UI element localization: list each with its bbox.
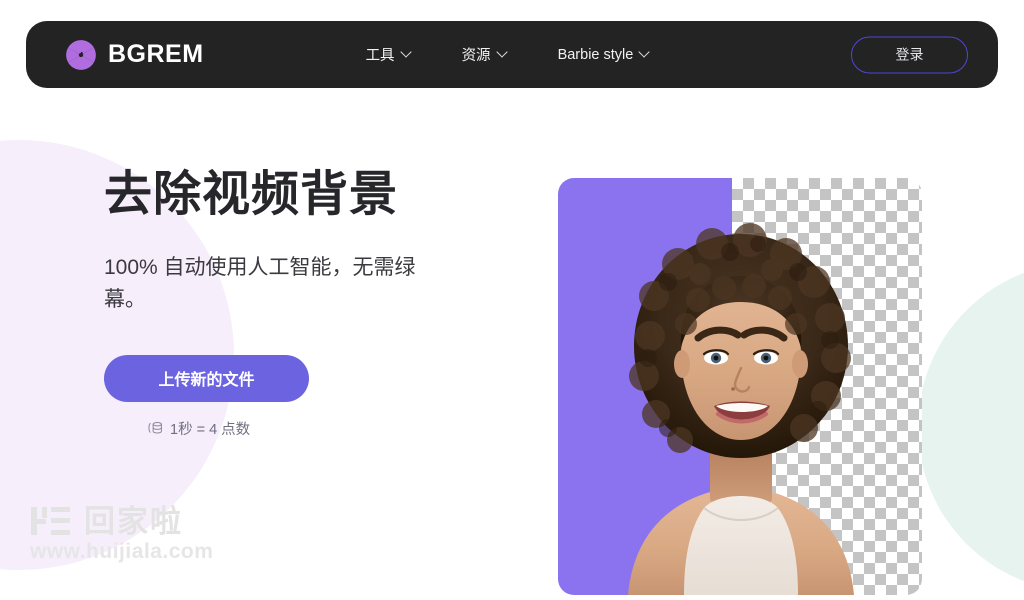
brand-name: BGREM [108, 40, 204, 68]
page-title: 去除视频背景 [104, 168, 399, 221]
credit-cost-note: 1秒 = 4 点数 [148, 418, 504, 439]
main-navigation: 工具 资源 Barbie style [365, 44, 650, 65]
decorative-blob-right [918, 262, 1024, 592]
nav-item-resources-label: 资源 [461, 48, 491, 64]
aperture-icon [64, 38, 98, 72]
huijiala-logo-icon [30, 505, 72, 537]
chevron-down-icon [495, 45, 508, 58]
watermark-text: 回家啦 [84, 503, 183, 539]
brand-logo[interactable]: BGREM [64, 38, 204, 72]
page-root: BGREM 工具 资源 Barbie style 登录 去除视频背景 100% … [0, 0, 1024, 600]
login-button[interactable]: 登录 [851, 36, 968, 73]
nav-item-tools-label: 工具 [365, 48, 395, 64]
nav-item-barbie-style-label: Barbie style [557, 46, 634, 63]
chevron-down-icon [399, 45, 412, 58]
nav-item-tools[interactable]: 工具 [365, 44, 412, 65]
upload-new-file-button[interactable]: 上传新的文件 [104, 354, 309, 402]
nav-item-resources[interactable]: 资源 [461, 44, 508, 65]
hero-before-after-image[interactable] [558, 178, 922, 595]
site-header: BGREM 工具 资源 Barbie style 登录 [26, 21, 998, 88]
watermark: 回家啦 www.huijiala.com [30, 503, 214, 563]
portrait-subject [628, 223, 854, 595]
coin-stack-icon [148, 420, 164, 436]
hero-subtitle: 100% 自动使用人工智能，无需绿幕。 [104, 255, 416, 312]
hero-content: 去除视频背景 100% 自动使用人工智能，无需绿幕。 上传新的文件 1秒 = 4… [104, 168, 504, 439]
chevron-down-icon [638, 45, 650, 58]
watermark-url: www.huijiala.com [30, 540, 214, 563]
credit-cost-text: 1秒 = 4 点数 [170, 421, 251, 438]
nav-item-barbie-style[interactable]: Barbie style [557, 45, 650, 63]
